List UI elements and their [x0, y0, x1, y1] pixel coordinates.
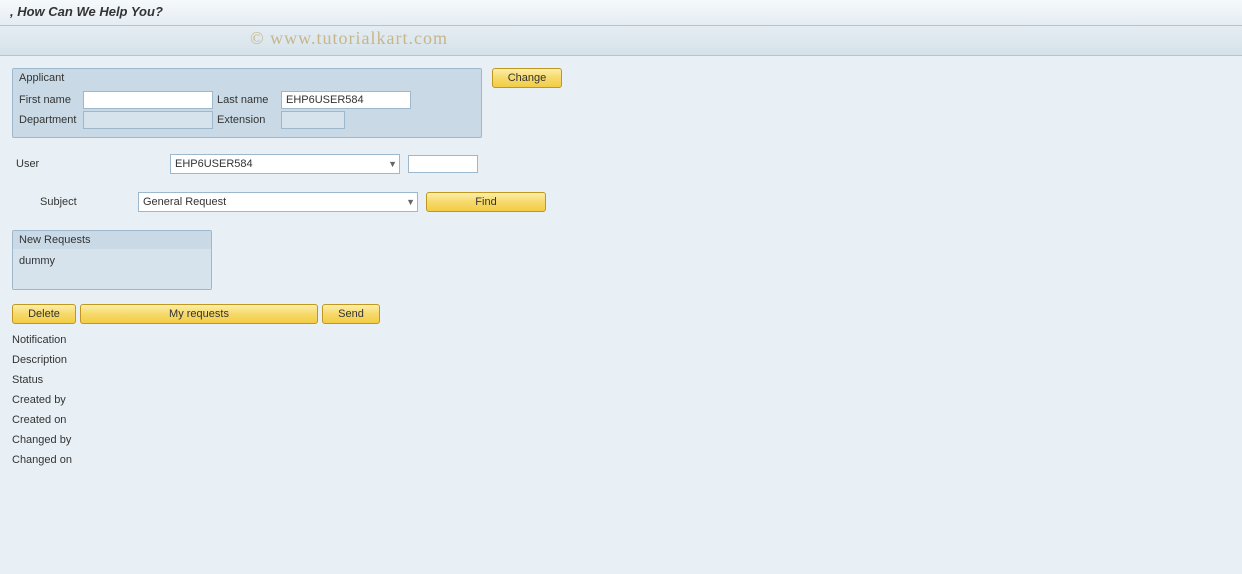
subject-select-wrap: ▼ [138, 192, 418, 212]
send-button[interactable]: Send [322, 304, 380, 324]
detail-changed-on: Changed on [12, 450, 1230, 470]
applicant-group: Applicant First name Last name Departmen… [12, 68, 482, 138]
last-name-input[interactable] [281, 91, 411, 109]
detail-notification: Notification [12, 330, 1230, 350]
user-row: User ▼ [12, 154, 1230, 174]
applicant-row-2: Department Extension [19, 111, 475, 129]
detail-created-on: Created on [12, 410, 1230, 430]
top-row: Applicant First name Last name Departmen… [12, 68, 1230, 138]
find-button[interactable]: Find [426, 192, 546, 212]
first-name-label: First name [19, 94, 79, 106]
new-requests-group: New Requests dummy [12, 230, 212, 290]
new-requests-body: dummy [13, 249, 211, 289]
title-bar: , How Can We Help You? [0, 0, 1242, 26]
action-row: Delete My requests Send [12, 304, 1230, 324]
user-extra-input[interactable] [408, 155, 478, 173]
detail-changed-by: Changed by [12, 430, 1230, 450]
detail-status: Status [12, 370, 1230, 390]
details: Notification Description Status Created … [12, 330, 1230, 470]
applicant-group-title: Applicant [13, 69, 481, 87]
first-name-input[interactable] [83, 91, 213, 109]
subject-label: Subject [12, 196, 130, 208]
page-title: , How Can We Help You? [10, 4, 1232, 19]
department-label: Department [19, 114, 79, 126]
extension-input[interactable] [281, 111, 345, 129]
new-requests-title: New Requests [13, 231, 211, 249]
toolbar-spacer [0, 26, 1242, 56]
change-button[interactable]: Change [492, 68, 562, 88]
last-name-label: Last name [217, 94, 277, 106]
user-label: User [12, 158, 162, 170]
user-select[interactable] [170, 154, 400, 174]
content: Applicant First name Last name Departmen… [0, 56, 1242, 482]
subject-row: Subject ▼ Find [12, 192, 1230, 212]
detail-created-by: Created by [12, 390, 1230, 410]
delete-button[interactable]: Delete [12, 304, 76, 324]
applicant-row-1: First name Last name [19, 91, 475, 109]
list-item[interactable]: dummy [19, 253, 205, 269]
department-input[interactable] [83, 111, 213, 129]
my-requests-button[interactable]: My requests [80, 304, 318, 324]
extension-label: Extension [217, 114, 277, 126]
subject-select[interactable] [138, 192, 418, 212]
user-select-wrap: ▼ [170, 154, 400, 174]
applicant-group-body: First name Last name Department Extensio… [13, 87, 481, 137]
detail-description: Description [12, 350, 1230, 370]
